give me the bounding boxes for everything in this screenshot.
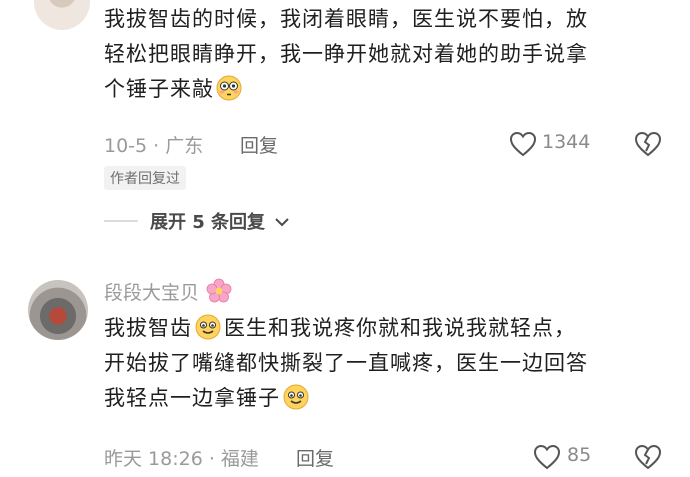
avatar[interactable]	[34, 0, 90, 30]
expand-replies-button[interactable]: 展开 5 条回复	[150, 208, 290, 234]
username-row[interactable]: 段段大宝贝	[104, 278, 232, 305]
comment-line: 我拔智齿的时候，我闭着眼睛，医生说不要怕，放	[104, 7, 588, 31]
comment-meta: 昨天 18:26 · 福建	[104, 448, 259, 470]
comment-text: 我拔智齿 医生和我说疼你就和我说我就轻点， 开始拔了嘴缝都快撕裂了一直喊疼，医生一…	[104, 311, 684, 416]
smile-emoji-icon	[283, 384, 309, 410]
smile-emoji-icon	[195, 314, 221, 340]
like-count: 85	[567, 444, 592, 466]
dislike-broken-heart-icon[interactable]	[634, 131, 662, 157]
chevron-down-icon	[275, 218, 289, 227]
divider	[104, 220, 138, 222]
like-count: 1344	[542, 131, 591, 153]
comment-text: 我拔智齿的时候，我闭着眼睛，医生说不要怕，放 轻松把眼睛睁开，我一睁开她就对着她…	[104, 2, 684, 107]
reply-button[interactable]: 回复	[296, 444, 334, 471]
like-heart-icon[interactable]	[533, 444, 561, 470]
author-replied-badge: 作者回复过	[104, 166, 186, 190]
flower-emoji-icon	[206, 278, 232, 303]
like-heart-icon[interactable]	[509, 131, 537, 157]
comment-line: 我轻点一边拿锤子	[104, 381, 684, 416]
comment-line: 个锤子来敲	[104, 72, 684, 107]
flushed-emoji-icon	[216, 75, 242, 101]
avatar[interactable]	[28, 280, 88, 340]
reply-button[interactable]: 回复	[240, 131, 278, 158]
expand-replies-label: 展开 5 条回复	[150, 212, 266, 233]
comment-meta: 10-5 · 广东	[104, 135, 204, 157]
comment-line: 我拔智齿 医生和我说疼你就和我说我就轻点，	[104, 314, 576, 340]
comment-line: 开始拔了嘴缝都快撕裂了一直喊疼，医生一边回答	[104, 351, 588, 375]
username[interactable]: 段段大宝贝	[104, 282, 199, 304]
comment-line: 轻松把眼睛睁开，我一睁开她就对着她的助手说拿	[104, 42, 588, 66]
dislike-broken-heart-icon[interactable]	[634, 444, 662, 470]
